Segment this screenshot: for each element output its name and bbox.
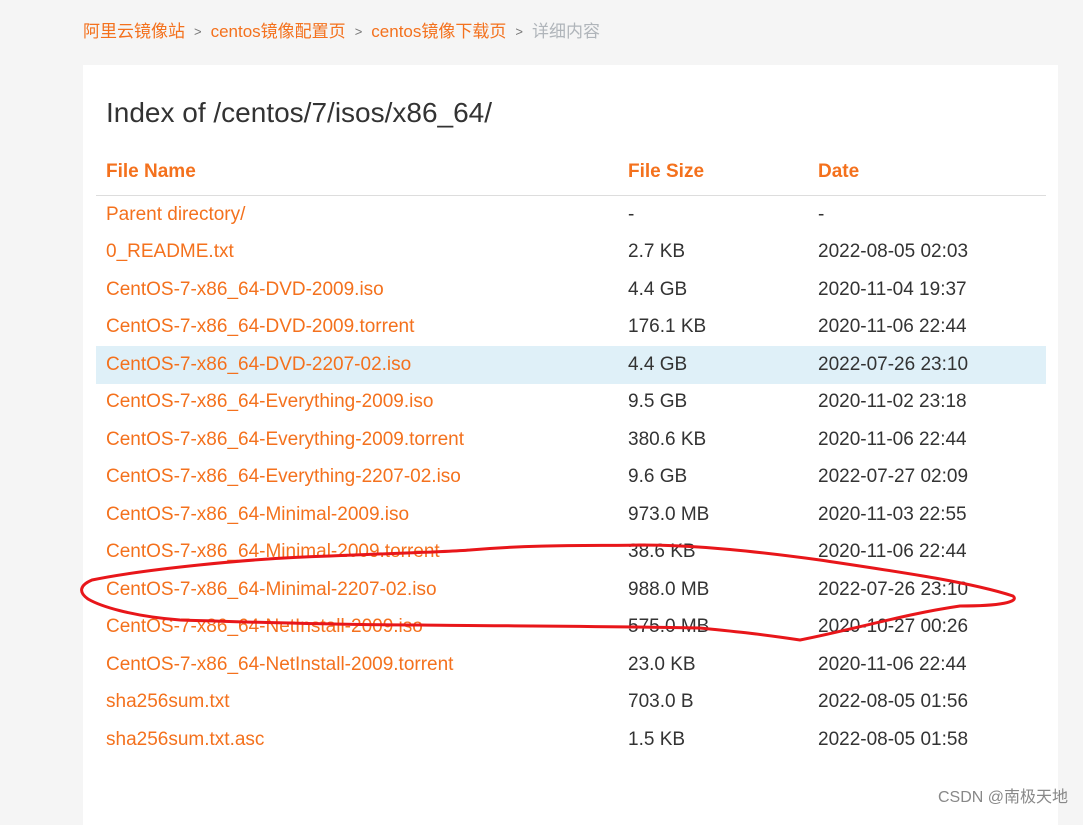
file-date-cell: 2020-11-06 22:44 [818, 653, 967, 675]
csdn-watermark: CSDN @南极天地 [937, 789, 1068, 806]
file-link[interactable]: CentOS-7-x86_64-Everything-2207-02.iso [106, 466, 461, 487]
table-row: CentOS-7-x86_64-Everything-2009.iso 9.5 G… [96, 384, 1046, 422]
file-name-cell: CentOS-7-x86_64-Minimal-2207-02.iso [96, 571, 618, 609]
file-link[interactable]: CentOS-7-x86_64-Minimal-2009.torrent [106, 541, 440, 562]
file-link[interactable]: 0_README.txt [106, 241, 234, 262]
file-name-cell: CentOS-7-x86_64-Everything-2009.torrent [96, 421, 618, 459]
file-size-cell: 176.1 KB [628, 316, 707, 338]
page-title: Index of /centos/7/isos/x86_64/ [106, 97, 493, 128]
table-row: CentOS-7-x86_64-DVD-2009.iso 4.4 GB 2020-1… [96, 271, 1046, 309]
file-size-cell: 988.0 MB [628, 578, 710, 600]
table-row: CentOS-7-x86_64-Minimal-2009.torrent 38.6… [96, 534, 1046, 572]
file-size-cell: 380.6 KB [628, 428, 707, 450]
file-name-cell: CentOS-7-x86_64-DVD-2009.torrent [96, 309, 618, 347]
file-name-cell: sha256sum.txt.asc [96, 721, 618, 759]
breadcrumb-link-centos-config[interactable]: centos镜像配置页 [211, 22, 346, 41]
breadcrumb: 阿里云镜像站 > centos镜像配置页 > centos镜像下载页 > 详细内容 [83, 20, 600, 45]
table-row: sha256sum.txt 703.0 B 2022-08-05 01:56 [96, 684, 1046, 722]
parent-directory-link[interactable]: Parent directory/ [106, 204, 245, 225]
file-link[interactable]: CentOS-7-x86_64-Everything-2009.torrent [106, 429, 464, 450]
file-size-cell: 973.0 MB [628, 503, 710, 525]
breadcrumb-link-centos-download[interactable]: centos镜像下载页 [371, 22, 506, 41]
table-row: sha256sum.txt.asc 1.5 KB 2022-08-05 01:58 [96, 721, 1046, 759]
file-name-cell: 0_README.txt [96, 234, 618, 272]
file-name-cell: sha256sum.txt [96, 684, 618, 722]
file-link[interactable]: CentOS-7-x86_64-DVD-2009.torrent [106, 316, 414, 337]
table-row: CentOS-7-x86_64-NetInstall-2009.torrent 2… [96, 646, 1046, 684]
breadcrumb-current: 详细内容 [531, 22, 600, 41]
file-link[interactable]: CentOS-7-x86_64-Everything-2009.iso [106, 391, 433, 412]
file-size-cell: 703.0 B [628, 691, 694, 713]
file-size-cell: 9.6 GB [628, 466, 688, 488]
table-row: CentOS-7-x86_64-Minimal-2009.iso 973.0 MB… [96, 496, 1046, 534]
listing-panel: Index of /centos/7/isos/x86_64/ File Nam… [83, 65, 1058, 825]
table-row: 0_README.txt 2.7 KB 2022-08-05 02:03 [96, 234, 1046, 272]
breadcrumb-separator: > [515, 24, 523, 39]
file-date-cell: 2020-11-06 22:44 [818, 316, 967, 338]
file-size-cell: 2.7 KB [628, 241, 686, 263]
breadcrumb-separator: > [194, 24, 202, 39]
file-date-cell: 2020-11-06 22:44 [818, 428, 967, 450]
file-table: File Name File Size Date Parent director… [96, 149, 1046, 759]
file-name-cell: CentOS-7-x86_64-NetInstall-2009.iso [96, 609, 618, 647]
file-size-cell: 575.0 MB [628, 616, 710, 638]
table-row: CentOS-7-x86_64-NetInstall-2009.iso 575.0… [96, 609, 1046, 647]
column-header-file-name: File Name [96, 149, 618, 196]
file-date-cell: 2022-07-26 23:10 [808, 346, 1046, 384]
table-row: CentOS-7-x86_64-Everything-2009.torrent 3… [96, 421, 1046, 459]
file-name-cell: CentOS-7-x86_64-DVD-2207-02.iso [96, 346, 618, 384]
table-row: CentOS-7-x86_64-Minimal-2207-02.iso 988.0… [96, 571, 1046, 609]
table-row: Parent directory/ - - [96, 196, 1046, 234]
file-size-cell: 23.0 KB [628, 653, 696, 675]
file-date-cell: 2020-11-06 22:44 [818, 541, 967, 563]
file-name-cell: CentOS-7-x86_64-Everything-2207-02.iso [96, 459, 618, 497]
breadcrumb-separator: > [354, 24, 363, 39]
breadcrumb-link-aliyun-mirror[interactable]: 阿里云镜像站 [83, 22, 185, 41]
file-date-cell: 2022-08-05 01:56 [818, 691, 969, 713]
file-date-cell: 2022-08-05 01:58 [818, 728, 969, 750]
table-row: CentOS-7-x86_64-Everything-2207-02.iso 9.… [96, 459, 1046, 497]
file-link[interactable]: CentOS-7-x86_64-DVD-2207-02.iso [106, 354, 411, 375]
file-date-cell: 2020-11-03 22:55 [818, 503, 967, 525]
file-size-cell: - [628, 203, 635, 225]
file-name-cell: Parent directory/ [96, 196, 618, 234]
file-date-cell: 2020-10-27 00:26 [818, 616, 969, 638]
file-size-cell: 38.6 KB [628, 541, 696, 563]
table-row-hovered: CentOS-7-x86_64-DVD-2207-02.iso 4.4 GB 202… [96, 346, 1046, 384]
file-size-cell: 9.5 GB [628, 391, 688, 413]
file-date-cell: 2022-08-05 02:03 [818, 241, 969, 263]
file-name-cell: CentOS-7-x86_64-NetInstall-2009.torrent [96, 646, 618, 684]
file-link[interactable]: CentOS-7-x86_64-Minimal-2009.iso [106, 504, 409, 525]
file-size-cell: 4.4 GB [618, 346, 808, 384]
file-date-cell: 2020-11-04 19:37 [818, 278, 967, 300]
file-name-cell: CentOS-7-x86_64-DVD-2009.iso [96, 271, 618, 309]
file-name-cell: CentOS-7-x86_64-Minimal-2009.torrent [96, 534, 618, 572]
file-date-cell: - [818, 203, 825, 225]
file-link[interactable]: CentOS-7-x86_64-NetInstall-2009.torrent [106, 654, 453, 675]
file-link[interactable]: sha256sum.txt [106, 691, 230, 712]
table-header-row: File Name File Size Date [96, 149, 1046, 196]
file-date-cell: 2022-07-27 02:09 [818, 466, 969, 488]
column-header-date: Date [808, 149, 1046, 196]
file-name-cell: CentOS-7-x86_64-Minimal-2009.iso [96, 496, 618, 534]
file-size-cell: 1.5 KB [628, 728, 686, 750]
column-header-file-size: File Size [618, 149, 808, 196]
file-size-cell: 4.4 GB [628, 278, 688, 300]
file-link[interactable]: CentOS-7-x86_64-DVD-2009.iso [106, 279, 384, 300]
file-date-cell: 2020-11-02 23:18 [818, 391, 967, 413]
file-name-cell: CentOS-7-x86_64-Everything-2009.iso [96, 384, 618, 422]
table-row: CentOS-7-x86_64-DVD-2009.torrent 176.1 KB… [96, 309, 1046, 347]
file-date-cell: 2022-07-26 23:10 [818, 578, 969, 600]
file-link[interactable]: CentOS-7-x86_64-NetInstall-2009.iso [106, 616, 423, 637]
file-link[interactable]: sha256sum.txt.asc [106, 729, 264, 750]
file-link[interactable]: CentOS-7-x86_64-Minimal-2207-02.iso [106, 579, 437, 600]
